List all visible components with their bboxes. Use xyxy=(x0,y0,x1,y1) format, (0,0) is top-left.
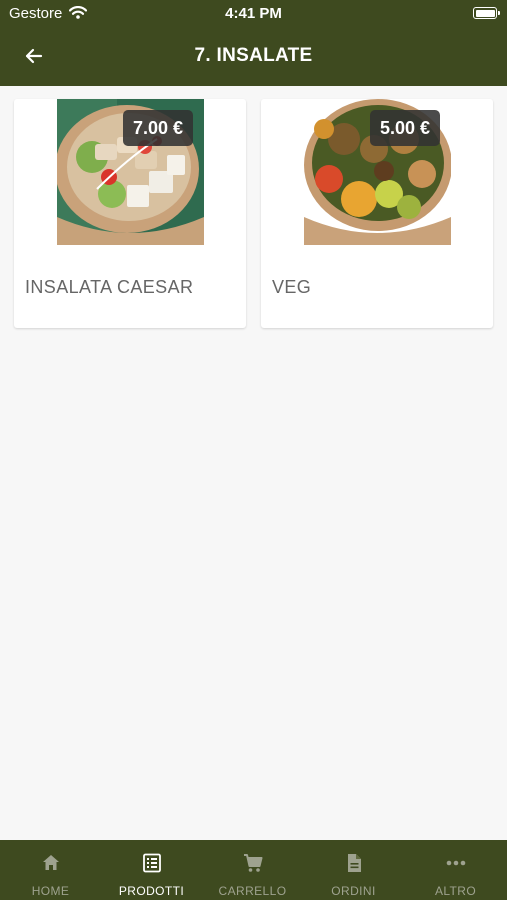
document-icon xyxy=(348,854,361,872)
more-icon xyxy=(446,860,466,866)
tab-label: PRODOTTI xyxy=(118,884,185,898)
tab-label: HOME xyxy=(31,884,70,898)
product-image: 7.00 € xyxy=(57,99,204,245)
bottom-tab-bar: HOME PRODOTTI CARRELLO ORDINI ALTRO xyxy=(0,840,507,900)
home-icon xyxy=(43,855,59,870)
status-time: 4:41 PM xyxy=(225,5,282,22)
tab-label: ORDINI xyxy=(331,884,376,898)
tab-label: CARRELLO xyxy=(218,884,287,898)
page-title: 7. INSALATE xyxy=(194,45,313,66)
app-header: Gestore 4:41 PM 7. INSALATE xyxy=(0,0,507,86)
product-card-veg[interactable]: 5.00 € VEG xyxy=(261,99,493,328)
tab-altro[interactable]: ALTRO xyxy=(405,840,506,900)
price-badge: 7.00 € xyxy=(122,110,193,146)
tab-label: ALTRO xyxy=(434,884,477,898)
tab-prodotti[interactable]: PRODOTTI xyxy=(101,840,202,900)
cart-icon xyxy=(244,854,263,872)
status-bar: Gestore 4:41 PM xyxy=(0,0,507,28)
product-name: VEG xyxy=(272,277,312,297)
tab-carrello[interactable]: CARRELLO xyxy=(202,840,303,900)
price-badge: 5.00 € xyxy=(369,110,440,146)
tab-ordini[interactable]: ORDINI xyxy=(303,840,404,900)
tab-home[interactable]: HOME xyxy=(0,840,101,900)
product-card-insalata-caesar[interactable]: 7.00 € INSALATA CAESAR xyxy=(14,99,246,328)
product-name: INSALATA CAESAR xyxy=(25,277,194,297)
list-icon xyxy=(143,853,161,873)
battery-icon xyxy=(473,7,500,19)
product-image: 5.00 € xyxy=(304,99,451,245)
